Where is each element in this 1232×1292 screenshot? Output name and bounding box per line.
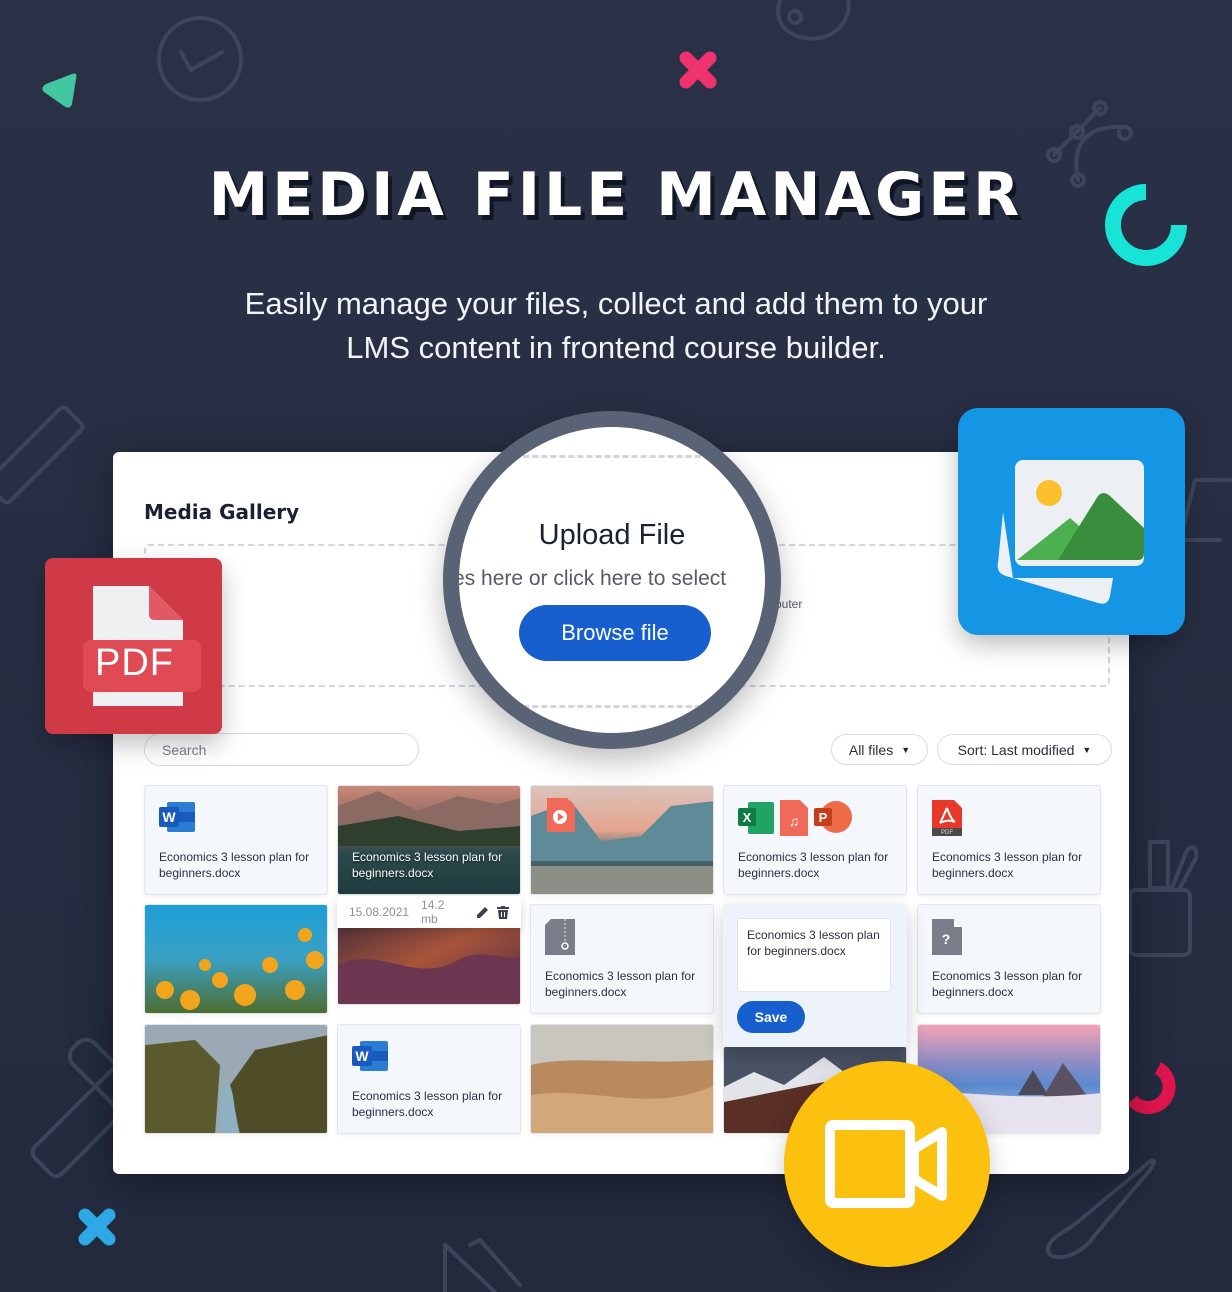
svg-text:PDF: PDF bbox=[941, 830, 953, 836]
file-name: Economics 3 lesson plan for beginners.do… bbox=[738, 850, 889, 880]
unknown-file-icon: ? bbox=[932, 919, 962, 955]
pencil-icon bbox=[477, 906, 488, 918]
yellow-flowers-thumbnail bbox=[145, 905, 327, 1013]
file-name: Economics 3 lesson plan for beginners.do… bbox=[352, 1089, 503, 1119]
file-type-filter-label: All files bbox=[848, 741, 894, 758]
browse-file-button[interactable]: Browse file bbox=[519, 605, 711, 661]
video-file-icon bbox=[547, 798, 575, 832]
file-card[interactable] bbox=[530, 1024, 714, 1134]
file-date: 15.08.2021 bbox=[349, 905, 410, 919]
clock-icon bbox=[157, 16, 243, 102]
powerpoint-icon: P bbox=[814, 801, 852, 833]
dropzone-border-top bbox=[469, 455, 755, 458]
sort-label: Sort: Last modified bbox=[957, 741, 1075, 758]
search-input[interactable] bbox=[144, 733, 419, 766]
file-card[interactable]: Economics 3 lesson plan for beginners.do… bbox=[530, 904, 714, 1014]
hero-title: MEDIA FILE MANAGER bbox=[208, 160, 1024, 230]
save-button[interactable]: Save bbox=[737, 1001, 805, 1033]
file-name: Economics 3 lesson plan for beginners.do… bbox=[932, 850, 1083, 880]
green-triangle-shape bbox=[42, 73, 77, 108]
file-type-filter-dropdown[interactable]: All files ▼ bbox=[831, 734, 928, 765]
file-card[interactable] bbox=[144, 904, 328, 1014]
file-card[interactable]: PDF Economics 3 lesson plan for beginner… bbox=[917, 785, 1101, 895]
word-icon: W bbox=[352, 1041, 388, 1071]
hero-subtitle-line-2: LMS content in frontend course builder. bbox=[346, 330, 886, 365]
file-card[interactable] bbox=[144, 1024, 328, 1134]
sort-dropdown[interactable]: Sort: Last modified ▼ bbox=[937, 734, 1112, 765]
file-name: Economics 3 lesson plan for beginners.do… bbox=[545, 969, 696, 999]
upload-description: es here or click here to select bbox=[453, 567, 727, 590]
svg-text:X: X bbox=[743, 810, 752, 825]
edit-button[interactable] bbox=[476, 906, 489, 919]
svg-text:?: ? bbox=[942, 931, 951, 947]
file-size: 14.2 mb bbox=[421, 898, 445, 926]
pdf-file-icon: PDF bbox=[932, 800, 962, 836]
word-icon: W bbox=[159, 802, 195, 832]
multi-file-icons: X ♫ P bbox=[738, 800, 852, 836]
file-name: Economics 3 lesson plan for beginners.do… bbox=[352, 850, 503, 880]
image-gallery-icon bbox=[997, 456, 1148, 604]
blue-cross-shape bbox=[78, 1208, 116, 1246]
chevron-down-icon: ▼ bbox=[901, 744, 911, 755]
desert-dunes-thumbnail bbox=[531, 1025, 713, 1133]
file-card[interactable]: W Economics 3 lesson plan for beginners.… bbox=[144, 785, 328, 895]
svg-text:W: W bbox=[162, 809, 176, 825]
set-square-icon bbox=[443, 1238, 522, 1292]
tablet-icon bbox=[1178, 478, 1232, 542]
audio-file-icon: ♫ bbox=[780, 800, 808, 836]
pdf-badge-label: PDF bbox=[95, 642, 174, 684]
file-card-hovered[interactable]: Economics 3 lesson plan for beginners.do… bbox=[337, 785, 521, 895]
svg-text:P: P bbox=[819, 810, 828, 825]
file-card[interactable]: W Economics 3 lesson plan for beginners.… bbox=[337, 1024, 521, 1134]
gorge-river-thumbnail bbox=[145, 1025, 327, 1133]
svg-text:W: W bbox=[355, 1048, 369, 1064]
paintbrush-icon bbox=[1046, 1158, 1157, 1259]
file-name: Economics 3 lesson plan for beginners.do… bbox=[159, 850, 310, 880]
zip-file-icon bbox=[545, 919, 575, 955]
pink-cross-shape bbox=[679, 51, 717, 89]
image-gallery-badge bbox=[958, 408, 1185, 635]
hero-subtitle-line-1: Easily manage your files, collect and ad… bbox=[244, 286, 988, 321]
file-card[interactable]: X ♫ P Economics 3 lesson plan for beginn… bbox=[723, 785, 907, 895]
video-camera-icon bbox=[825, 1120, 947, 1208]
svg-text:♫: ♫ bbox=[789, 813, 800, 829]
delete-button[interactable] bbox=[497, 905, 509, 919]
excel-icon: X bbox=[738, 802, 774, 834]
video-badge bbox=[784, 1061, 990, 1267]
file-card[interactable]: ? Economics 3 lesson plan for beginners.… bbox=[917, 904, 1101, 1014]
file-meta-bar: 15.08.2021 14.2 mb bbox=[337, 896, 521, 928]
red-ring-shape bbox=[1127, 1062, 1176, 1115]
hero-subtitle: Easily manage your files, collect and ad… bbox=[0, 282, 1232, 370]
file-card[interactable] bbox=[530, 785, 714, 895]
ruler-icon bbox=[0, 405, 85, 505]
rename-file-card: Economics 3 lesson plan for beginners.do… bbox=[723, 904, 907, 1047]
pencil-cup-icon bbox=[1128, 840, 1199, 957]
upload-title: Upload File bbox=[538, 519, 686, 551]
file-name: Economics 3 lesson plan for beginners.do… bbox=[932, 969, 1083, 999]
palette-icon bbox=[776, 0, 851, 41]
media-gallery-title: Media Gallery bbox=[144, 500, 300, 524]
chevron-down-icon: ▼ bbox=[1082, 744, 1092, 755]
upload-magnifier: Upload File es here or click here to sel… bbox=[443, 411, 781, 749]
pdf-badge: PDF bbox=[45, 558, 222, 734]
file-name-textarea[interactable]: Economics 3 lesson plan for beginners.do… bbox=[737, 918, 891, 992]
dropzone-border-bottom bbox=[469, 705, 755, 708]
trash-icon bbox=[497, 905, 509, 919]
